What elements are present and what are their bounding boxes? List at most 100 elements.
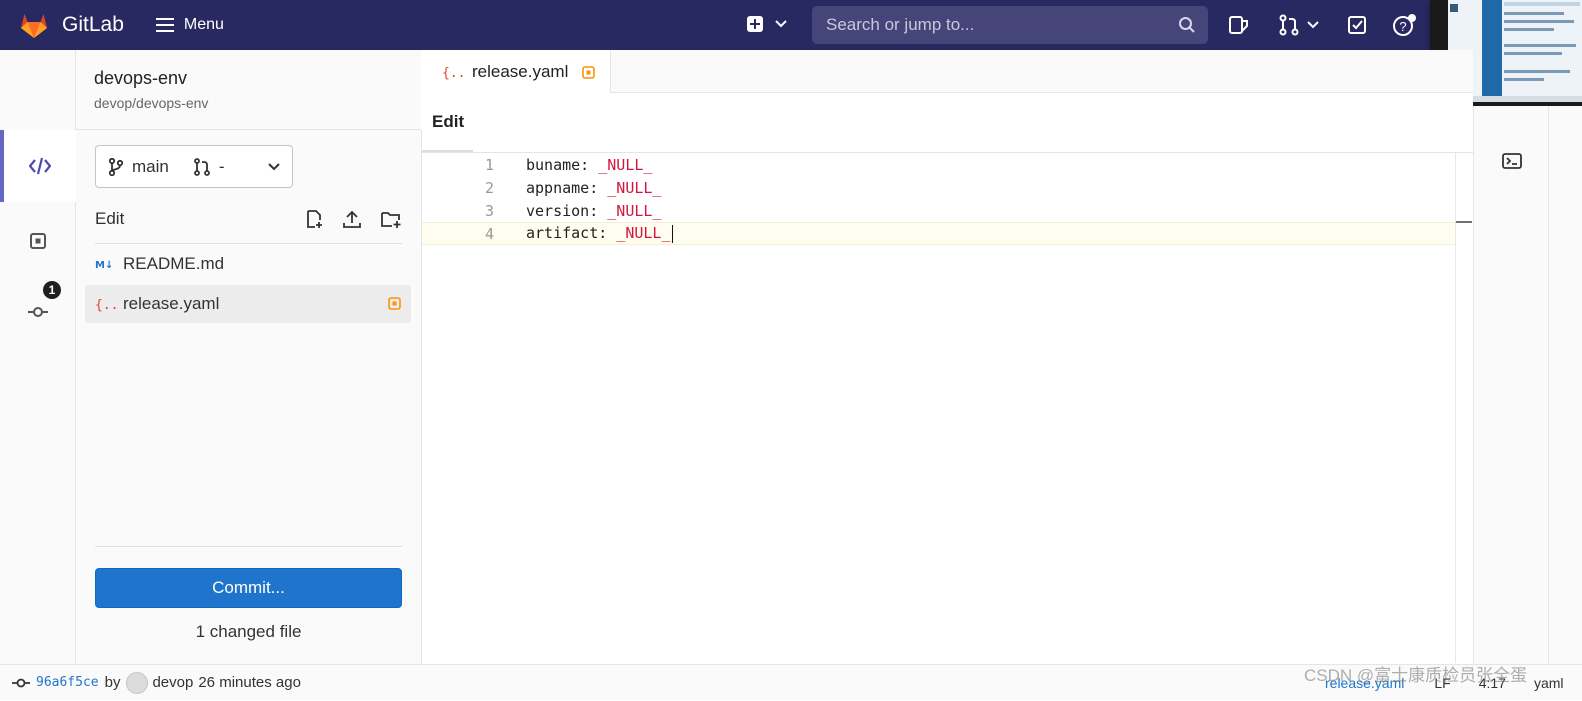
line-number: 2 <box>484 178 494 197</box>
project-name: devops-env <box>94 68 188 88</box>
merge-request-icon <box>1279 14 1299 36</box>
code-line[interactable]: 3 version: _NULL_ <box>422 199 1456 222</box>
new-dropdown-button[interactable] <box>746 15 788 33</box>
line-content: appname: _NULL_ <box>526 179 661 197</box>
yaml-key: artifact: <box>526 224 617 243</box>
commit-by-label: by <box>104 674 121 691</box>
modified-indicator-icon <box>582 65 596 79</box>
file-actions-row: Edit <box>95 194 402 244</box>
commit-icon-wrap: 1 <box>27 280 61 324</box>
edit-mode-button[interactable] <box>0 130 76 202</box>
status-language: yaml <box>1533 675 1564 691</box>
svg-text:{..}: {..} <box>442 66 466 80</box>
code-editor[interactable]: 1 buname: _NULL_ 2 appname: _NULL_ 3 ver… <box>422 153 1456 663</box>
text-cursor <box>671 224 673 243</box>
upload-icon[interactable] <box>342 209 362 229</box>
todo-check-icon <box>1348 16 1366 34</box>
review-mode-button[interactable] <box>0 205 76 277</box>
gitlab-home-link[interactable]: GitLab <box>18 9 124 41</box>
branch-dropdown[interactable]: main - <box>95 145 293 188</box>
edit-label: Edit <box>95 208 125 228</box>
branch-name: main <box>132 156 169 176</box>
svg-text:?: ? <box>1399 19 1406 34</box>
merge-request-selector[interactable]: - <box>193 157 225 177</box>
changes-count-badge: 1 <box>43 280 61 299</box>
code-icon <box>29 157 51 175</box>
merge-requests-button[interactable] <box>1278 14 1320 36</box>
yaml-key: version: <box>526 201 608 220</box>
yaml-value: _NULL_ <box>607 201 662 220</box>
yaml-icon: {..} <box>442 66 466 80</box>
brand-name: GitLab <box>62 13 124 36</box>
project-path: devop/devops-env <box>94 95 209 111</box>
line-content: buname: _NULL_ <box>526 156 652 174</box>
chevron-down-icon <box>1307 21 1319 29</box>
issues-icon <box>1229 16 1248 34</box>
gitlab-logo-icon <box>21 14 47 38</box>
terminal-icon[interactable] <box>1502 153 1522 169</box>
svg-text:{..}: {..} <box>95 298 119 312</box>
file-name: README.md <box>123 254 225 273</box>
scrollbar-cursor-marker <box>1456 221 1472 223</box>
merge-request-label: - <box>218 156 225 176</box>
last-commit-info: 96a6f5ce by devop 26 minutes ago <box>12 671 301 694</box>
top-navbar: GitLab Menu Search or jump to... ? <box>0 0 1582 50</box>
editor-tabs-bar: {..} release.yaml <box>422 50 1473 94</box>
markdown-icon: M↓ <box>95 259 123 269</box>
file-item-release-yaml[interactable]: {..} release.yaml <box>85 285 411 323</box>
commit-icon <box>12 678 30 687</box>
modified-indicator-icon <box>388 297 401 310</box>
merge-request-icon <box>193 157 210 176</box>
line-content: version: _NULL_ <box>526 202 661 220</box>
review-file-icon <box>30 233 46 249</box>
search-box[interactable] <box>812 6 1208 44</box>
editor-tab-release-yaml[interactable]: {..} release.yaml <box>422 50 611 94</box>
commit-time: 26 minutes ago <box>198 674 301 691</box>
menu-button[interactable]: Menu <box>155 16 224 34</box>
tab-modified-indicator <box>582 65 596 79</box>
yaml-value: _NULL_ <box>616 224 671 243</box>
hamburger-icon <box>155 18 174 32</box>
yaml-key: appname: <box>526 178 608 197</box>
right-edge-panel <box>1548 106 1582 664</box>
line-content: artifact: _NULL_ <box>526 224 673 243</box>
search-input[interactable] <box>824 14 1178 36</box>
ide-activity-bar: 1 <box>0 50 76 664</box>
file-action-buttons <box>304 209 402 229</box>
search-icon <box>1179 17 1195 33</box>
line-number: 4 <box>484 224 494 243</box>
todos-button[interactable] <box>1346 14 1368 36</box>
yaml-value: _NULL_ <box>607 178 662 197</box>
tab-edit[interactable]: Edit <box>422 93 473 152</box>
commit-mode-button[interactable]: 1 <box>0 278 76 350</box>
svg-text:M↓: M↓ <box>95 260 113 269</box>
issues-button[interactable] <box>1228 14 1250 36</box>
project-info: devops-env devop/devops-env <box>94 68 208 111</box>
help-question-icon: ? <box>1393 14 1416 36</box>
code-line[interactable]: 1 buname: _NULL_ <box>422 153 1456 176</box>
commit-button[interactable]: Commit... <box>95 568 402 608</box>
yaml-value: _NULL_ <box>598 155 653 174</box>
line-number: 1 <box>484 155 494 174</box>
branch-icon <box>108 157 124 176</box>
new-directory-icon[interactable] <box>380 209 402 229</box>
menu-label: Menu <box>183 16 224 33</box>
tab-label: release.yaml <box>472 62 569 81</box>
plus-square-icon <box>747 16 763 32</box>
user-avatar <box>126 671 149 694</box>
commit-icon <box>28 306 48 317</box>
commit-separator <box>95 546 402 547</box>
yaml-icon: {..} <box>95 296 123 312</box>
file-name: release.yaml <box>123 294 220 313</box>
changed-files-count: 1 changed file <box>195 622 302 641</box>
help-button[interactable]: ? <box>1392 14 1416 38</box>
chevron-down-icon <box>268 162 280 170</box>
editor-scrollbar[interactable] <box>1455 153 1473 663</box>
code-line[interactable]: 2 appname: _NULL_ <box>422 176 1456 199</box>
editor-mode-bar: Edit <box>422 93 1473 153</box>
code-line-current[interactable]: 4 artifact: _NULL_ <box>422 222 1456 245</box>
new-file-icon[interactable] <box>304 209 324 229</box>
commit-sha-link[interactable]: 96a6f5ce <box>36 675 99 690</box>
file-item-readme[interactable]: M↓ README.md <box>85 245 411 283</box>
chevron-down-icon <box>775 20 787 28</box>
